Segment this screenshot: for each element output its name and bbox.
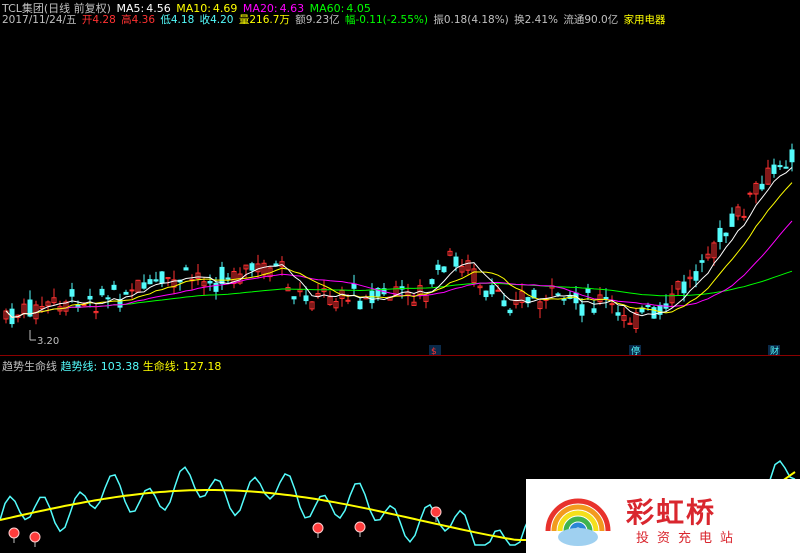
candle-body bbox=[579, 304, 585, 316]
candle-body bbox=[777, 165, 783, 168]
candle-body bbox=[651, 307, 657, 319]
watermark-title: 彩虹桥 bbox=[626, 496, 717, 529]
candle-body bbox=[357, 300, 363, 310]
candle-body bbox=[159, 271, 165, 284]
life-label: 生命线: bbox=[142, 360, 180, 373]
candle-body bbox=[501, 300, 507, 307]
candle-body bbox=[681, 281, 687, 294]
buy-signal-pin bbox=[8, 527, 20, 539]
candle-body bbox=[153, 279, 159, 282]
candle-body bbox=[489, 285, 495, 295]
candle-body bbox=[561, 298, 567, 301]
candle-body bbox=[771, 164, 777, 174]
candle-body bbox=[129, 289, 135, 292]
candle-body bbox=[759, 183, 765, 190]
candle-body bbox=[219, 266, 225, 285]
candle-body bbox=[99, 288, 105, 296]
candle-body bbox=[87, 295, 93, 300]
candle-body bbox=[435, 264, 441, 270]
candle-body bbox=[249, 263, 255, 271]
trend-value: 103.38 bbox=[100, 360, 140, 373]
candle-body bbox=[507, 309, 513, 314]
trend-label: 趋势线: bbox=[60, 360, 98, 373]
candle-body bbox=[69, 289, 75, 297]
candle-body bbox=[495, 289, 501, 292]
candle-body bbox=[585, 288, 591, 293]
candle-body bbox=[453, 256, 459, 267]
candle-body bbox=[207, 281, 213, 284]
candle-body bbox=[147, 279, 153, 285]
candle-body bbox=[291, 296, 297, 300]
buy-signal-pin bbox=[430, 506, 442, 518]
candle-body bbox=[105, 297, 111, 300]
candle-body bbox=[141, 282, 147, 289]
buy-signal-pin bbox=[29, 531, 41, 543]
candle-body bbox=[111, 284, 117, 290]
candle-body bbox=[303, 295, 309, 302]
candle-body bbox=[747, 192, 753, 195]
candle-body bbox=[591, 308, 597, 313]
candle-body bbox=[429, 279, 435, 285]
candle-body bbox=[123, 291, 129, 295]
life-value: 127.18 bbox=[182, 360, 222, 373]
candle-body bbox=[741, 215, 747, 218]
candle-body bbox=[699, 260, 705, 263]
buy-signal-pin bbox=[354, 521, 366, 533]
candle-body bbox=[723, 232, 729, 237]
candle-body bbox=[555, 293, 561, 296]
buy-signal-pin bbox=[312, 522, 324, 534]
panel-divider bbox=[0, 355, 800, 356]
low-price-label: 3.20 bbox=[37, 336, 59, 347]
candle-body bbox=[183, 267, 189, 271]
candle-body bbox=[483, 290, 489, 298]
candle-body bbox=[645, 305, 651, 308]
candle-body bbox=[729, 213, 735, 227]
indicator-name[interactable]: 趋势生命线 bbox=[2, 360, 57, 373]
rainbow-icon bbox=[545, 498, 611, 546]
watermark-subtitle: 投资充电站 bbox=[636, 531, 742, 546]
candle-body bbox=[789, 149, 795, 163]
candle-body bbox=[603, 296, 609, 300]
candle-body bbox=[615, 312, 621, 316]
kline-chart[interactable]: 3.20$ 停财 bbox=[0, 0, 800, 553]
candle-body bbox=[213, 282, 219, 292]
candle-body bbox=[441, 266, 447, 273]
candle-body bbox=[345, 299, 351, 302]
candle-body bbox=[717, 227, 723, 243]
indicator-header: 趋势生命线 趋势线: 103.38 生命线: 127.18 bbox=[2, 358, 221, 374]
candle-body bbox=[351, 283, 357, 289]
candle-body bbox=[783, 166, 789, 169]
candle-body bbox=[693, 271, 699, 281]
candle-body bbox=[609, 303, 615, 306]
candle-body bbox=[225, 277, 231, 280]
watermark-logo: 彩虹桥 投资充电站 bbox=[526, 479, 800, 553]
